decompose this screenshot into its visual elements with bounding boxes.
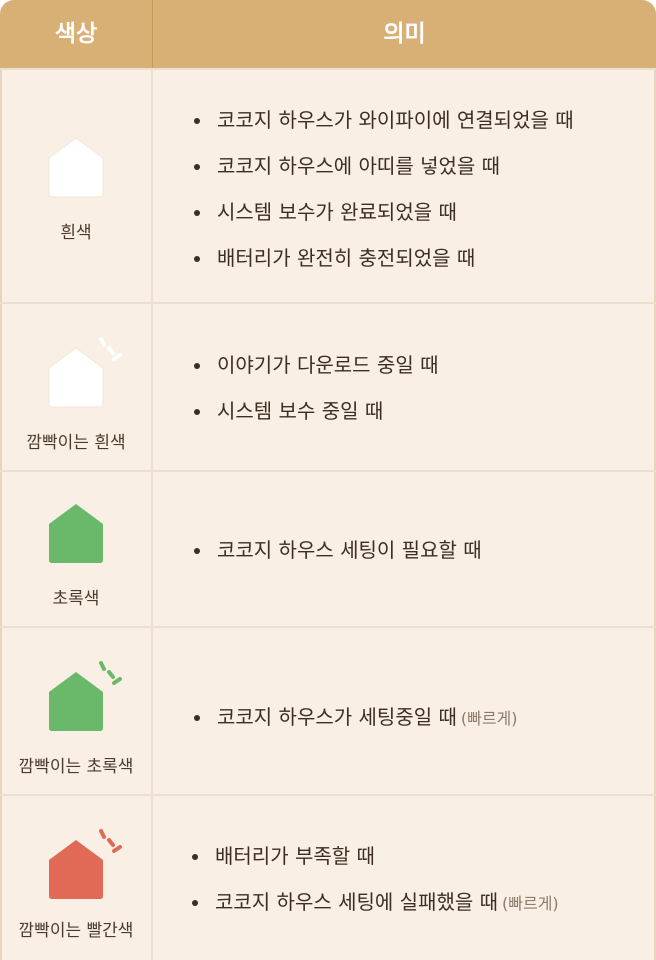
- table-row: 초록색 코코지 하우스 세팅이 필요할 때: [0, 470, 656, 626]
- list-item: 시스템 보수가 완료되었을 때: [194, 189, 574, 235]
- bullet-icon: [194, 256, 200, 262]
- item-text: 배터리가 부족할 때: [215, 844, 375, 868]
- house-light-icon: [47, 502, 105, 564]
- bullet-icon: [192, 854, 198, 860]
- house-shape: [49, 840, 103, 899]
- item-text: 코코지 하우스에 아띠를 넣었을 때: [217, 154, 501, 178]
- blink-marks: [99, 337, 122, 361]
- house-shape: [48, 347, 104, 408]
- color-cell: 깜빡이는 초록색: [0, 628, 152, 794]
- item-text: 배터리가 완전히 충전되었을 때: [217, 246, 476, 270]
- color-cell: 초록색: [0, 472, 152, 626]
- list-item: 코코지 하우스가 세팅중일 때 (빠르게): [194, 694, 518, 740]
- blink-marks: [99, 829, 122, 853]
- bullet-icon: [194, 715, 200, 721]
- bullet-icon: [194, 164, 200, 170]
- list-item: 이야기가 다운로드 중일 때: [194, 342, 438, 388]
- meaning-list: 코코지 하우스가 세팅중일 때 (빠르게): [194, 694, 518, 740]
- bullet-icon: [194, 363, 200, 369]
- item-text: 코코지 하우스 세팅에 실패했을 때: [215, 890, 499, 914]
- bullet-icon: [194, 118, 200, 124]
- house-shape: [48, 137, 104, 198]
- table-row: 깜빡이는 초록색 코코지 하우스가 세팅중일 때 (빠르게): [0, 626, 656, 794]
- bullet-icon: [194, 409, 200, 415]
- item-text: 코코지 하우스가 세팅중일 때: [217, 705, 457, 729]
- color-cell: 깜빡이는 빨간색: [0, 796, 152, 960]
- item-text: 이야기가 다운로드 중일 때: [217, 353, 439, 377]
- status-light-table: 색상 의미 흰색 코코지 하우스가 와이파이에 연결되었을 때 코코지 하우스에…: [0, 0, 656, 960]
- item-text: 코코지 하우스가 와이파이에 연결되었을 때: [217, 108, 574, 132]
- meaning-list: 배터리가 부족할 때 코코지 하우스 세팅에 실패했을 때 (빠르게): [192, 833, 559, 925]
- item-text: 시스템 보수가 완료되었을 때: [217, 200, 457, 224]
- column-header-color: 색상: [54, 21, 98, 47]
- house-light-blinking-icon: [47, 828, 127, 899]
- color-label: 초록색: [52, 589, 100, 609]
- house-shape: [49, 672, 103, 731]
- table-row: 깜빡이는 흰색 이야기가 다운로드 중일 때 시스템 보수 중일 때: [0, 302, 656, 470]
- table-row: 흰색 코코지 하우스가 와이파이에 연결되었을 때 코코지 하우스에 아띠를 넣…: [0, 68, 656, 302]
- list-item: 코코지 하우스 세팅이 필요할 때: [194, 527, 482, 573]
- meaning-list: 코코지 하우스가 와이파이에 연결되었을 때 코코지 하우스에 아띠를 넣었을 …: [194, 97, 574, 281]
- color-cell: 흰색: [0, 70, 152, 302]
- table-row: 깜빡이는 빨간색 배터리가 부족할 때 코코지 하우스 세팅에 실패했을 때 (빠…: [0, 794, 656, 960]
- house-light-blinking-icon: [47, 660, 127, 731]
- list-item: 배터리가 완전히 충전되었을 때: [194, 235, 574, 281]
- bullet-icon: [194, 210, 200, 216]
- house-light-blinking-icon: [47, 336, 127, 408]
- blink-marks: [99, 661, 122, 685]
- bullet-icon: [194, 548, 200, 554]
- list-item: 코코지 하우스에 아띠를 넣었을 때: [194, 143, 574, 189]
- color-label: 깜빡이는 빨간색: [18, 921, 134, 941]
- item-note: (빠르게): [502, 894, 559, 913]
- color-label: 흰색: [60, 223, 92, 243]
- item-note: (빠르게): [460, 709, 518, 728]
- color-label: 깜빡이는 흰색: [26, 433, 126, 453]
- list-item: 배터리가 부족할 때: [192, 833, 559, 879]
- item-text: 시스템 보수 중일 때: [217, 399, 384, 423]
- house-shape: [49, 504, 103, 563]
- list-item: 시스템 보수 중일 때: [194, 388, 438, 434]
- item-text: 코코지 하우스 세팅이 필요할 때: [217, 538, 482, 562]
- bullet-icon: [192, 900, 198, 906]
- list-item: 코코지 하우스가 와이파이에 연결되었을 때: [194, 97, 574, 143]
- color-label: 깜빡이는 초록색: [18, 757, 134, 777]
- color-cell: 깜빡이는 흰색: [0, 304, 152, 470]
- house-light-icon: [47, 136, 105, 198]
- meaning-list: 코코지 하우스 세팅이 필요할 때: [194, 527, 482, 573]
- table-header: 색상 의미: [0, 0, 656, 68]
- column-header-meaning: 의미: [383, 21, 426, 47]
- meaning-list: 이야기가 다운로드 중일 때 시스템 보수 중일 때: [194, 342, 438, 434]
- list-item: 코코지 하우스 세팅에 실패했을 때 (빠르게): [192, 879, 559, 925]
